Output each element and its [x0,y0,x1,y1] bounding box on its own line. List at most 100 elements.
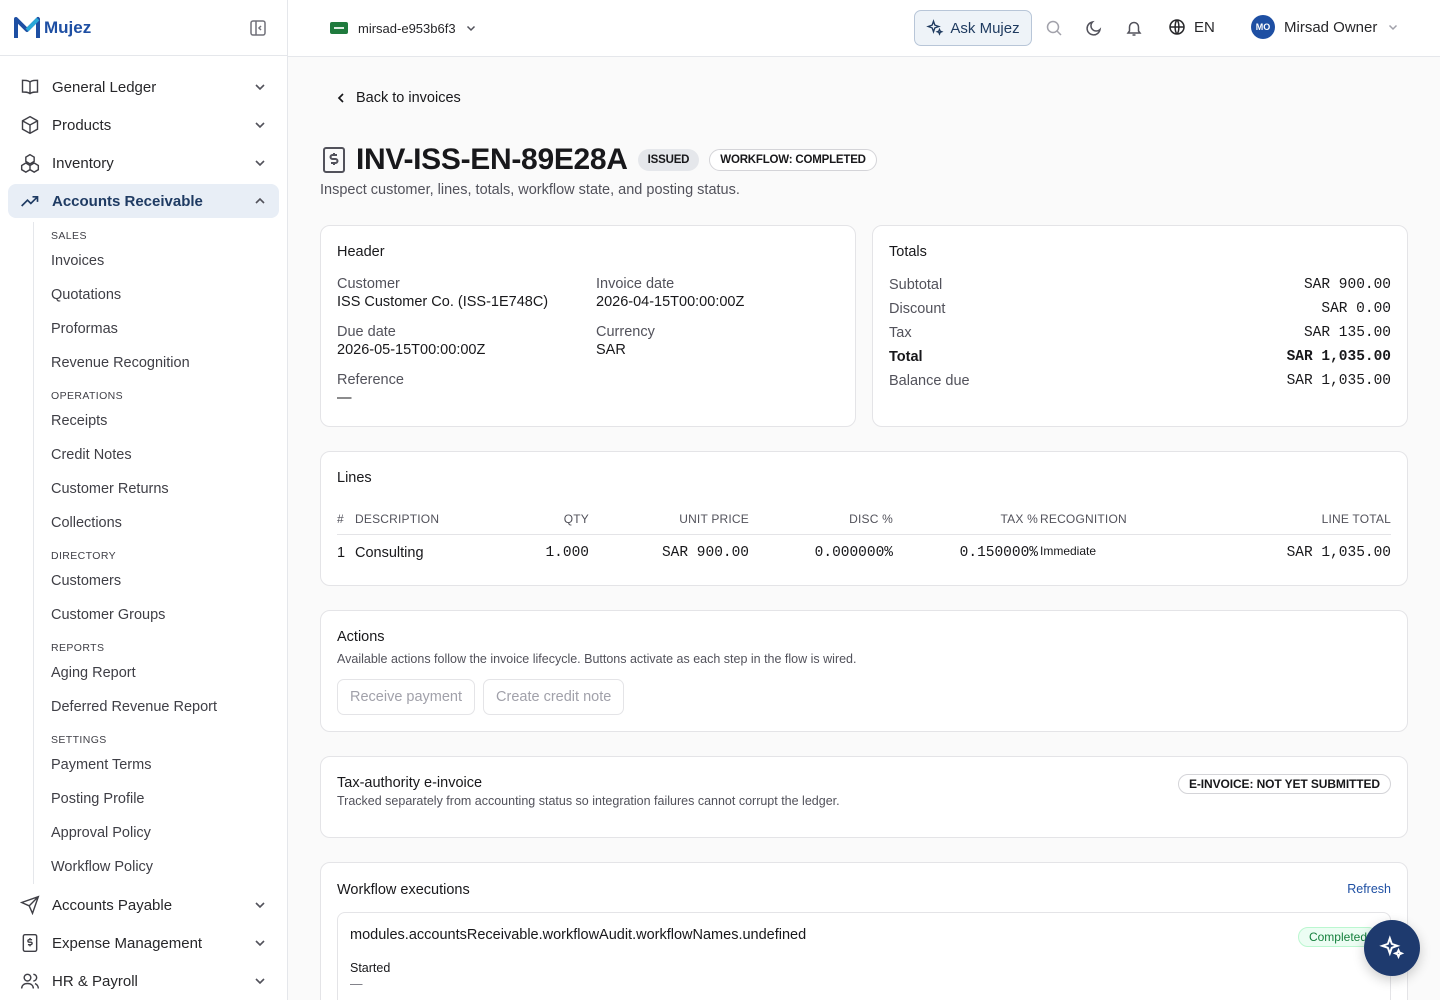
sidebar-item-invoices[interactable]: Invoices [51,244,287,278]
sidebar-item-inventory[interactable]: Inventory [8,146,279,180]
page-title: INV-ISS-EN-89E28A [356,143,628,176]
tenant-switcher[interactable]: mirsad-e953b6f3 [320,13,487,43]
subtotal-row: Subtotal SAR 900.00 [889,273,1391,297]
sidebar-item-expense-management[interactable]: Expense Management [8,926,279,960]
line-unit-price: SAR 900.00 [661,545,749,562]
bell-icon[interactable] [1125,19,1143,37]
line-recognition: Immediate [1040,543,1097,558]
status-badge: ISSUED [637,149,700,171]
section-settings: SETTINGS [51,734,107,746]
line-disc: 0.000000% [814,545,893,562]
col-tax: TAX % [893,504,1038,535]
user-menu[interactable]: MO Mirsad Owner [1251,15,1399,39]
due-date-value: 2026-05-15T00:00:00Z [337,342,486,358]
search-icon[interactable] [1045,19,1063,37]
lines-table: # DESCRIPTION QTY UNIT PRICE DISC % TAX … [337,504,1391,572]
sidebar-item-customer-returns[interactable]: Customer Returns [51,472,287,506]
sparkles-icon [926,19,944,36]
sidebar-item-approval-policy[interactable]: Approval Policy [51,816,287,850]
sidebar-item-label: Inventory [52,154,114,172]
sidebar-item-payment-terms[interactable]: Payment Terms [51,748,287,782]
chevron-down-icon [255,84,265,91]
einvoice-status-badge: E-INVOICE: NOT YET SUBMITTED [1178,774,1391,794]
receive-payment-button[interactable]: Receive payment [337,679,476,715]
workflow-execution-item[interactable]: modules.accountsReceivable.workflowAudit… [337,912,1391,1000]
language-switcher[interactable]: EN [1168,18,1215,36]
table-row[interactable]: 1 Consulting 1.000 SAR 900.00 0.000000% … [337,534,1391,572]
sidebar-item-label: General Ledger [52,78,157,96]
einvoice-description: Tracked separately from accounting statu… [337,794,840,808]
section-reports: REPORTS [51,642,105,654]
sidebar-item-collections[interactable]: Collections [51,506,287,540]
language-label: EN [1194,18,1215,36]
reference-value: — [337,390,352,406]
sidebar-item-products[interactable]: Products [8,108,279,142]
lines-card: Lines # DESCRIPTION QTY UNIT PRICE DISC … [320,451,1408,586]
chevron-down-icon [1389,24,1398,31]
started-value: — [350,977,363,991]
main-content: Back to invoices INV-ISS-EN-89E28A ISSUE… [288,57,1440,1000]
currency-value: SAR [596,342,626,358]
sidebar-item-customer-groups[interactable]: Customer Groups [51,598,287,632]
sidebar-nav: General Ledger Products Inventory Accoun… [0,56,287,998]
section-operations: OPERATIONS [51,390,124,402]
back-to-invoices-link[interactable]: Back to invoices [334,90,461,106]
create-credit-note-button[interactable]: Create credit note [483,679,625,715]
sidebar-item-aging-report[interactable]: Aging Report [51,656,287,690]
discount-label: Discount [889,301,946,317]
mujez-logo-icon[interactable] [14,15,40,41]
send-icon [20,895,40,915]
workflow-card-title: Workflow executions [337,882,470,898]
started-label: Started [350,961,391,975]
sidebar-item-quotations[interactable]: Quotations [51,278,287,312]
reference-field: Reference — [337,372,404,406]
ask-mujez-button[interactable]: Ask Mujez [914,10,1032,46]
sidebar-item-posting-profile[interactable]: Posting Profile [51,782,287,816]
col-recognition: RECOGNITION [1038,504,1158,535]
sidebar-item-general-ledger[interactable]: General Ledger [8,70,279,104]
sidebar-item-revenue-recognition[interactable]: Revenue Recognition [51,346,287,380]
sidebar-item-hr-payroll[interactable]: HR & Payroll [8,964,279,998]
saudi-flag-icon [330,22,348,34]
ask-mujez-label: Ask Mujez [950,19,1020,37]
sidebar-item-proformas[interactable]: Proformas [51,312,287,346]
sidebar-item-accounts-receivable[interactable]: Accounts Receivable [8,184,279,218]
table-header-row: # DESCRIPTION QTY UNIT PRICE DISC % TAX … [337,504,1391,535]
einvoice-card: Tax-authority e-invoice Tracked separate… [320,756,1408,838]
chevron-down-icon [255,902,265,909]
sidebar-item-deferred-revenue-report[interactable]: Deferred Revenue Report [51,690,287,724]
sidebar-item-accounts-payable[interactable]: Accounts Payable [8,888,279,922]
customer-value[interactable]: ISS Customer Co. (ISS-1E748C) [337,294,548,310]
brand-name: Mujez [44,17,92,37]
subtotal-value: SAR 900.00 [1303,277,1391,293]
refresh-link[interactable]: Refresh [1347,882,1391,896]
avatar: MO [1251,15,1275,39]
sidebar-collapse-icon[interactable] [249,19,267,37]
line-total: SAR 1,035.00 [1286,545,1391,562]
sidebar-item-label: Expense Management [52,934,203,952]
col-line-total: LINE TOTAL [1158,504,1391,535]
balance-due-value: SAR 1,035.00 [1286,373,1391,389]
total-row: Total SAR 1,035.00 [889,345,1391,369]
due-date-label: Due date [337,324,396,340]
subtotal-label: Subtotal [889,277,943,293]
sidebar: Mujez General Ledger Products Inventory … [0,0,288,1000]
sidebar-item-customers[interactable]: Customers [51,564,287,598]
invoice-receipt-icon [323,147,345,173]
sidebar-item-workflow-policy[interactable]: Workflow Policy [51,850,287,884]
assistant-fab-button[interactable] [1364,920,1420,976]
currency-label: Currency [596,324,655,340]
workflow-badge: WORKFLOW: COMPLETED [709,149,877,171]
tax-label: Tax [889,325,912,341]
line-tax: 0.150000% [959,545,1038,562]
balance-due-row: Balance due SAR 1,035.00 [889,369,1391,393]
invoice-date-value: 2026-04-15T00:00:00Z [596,294,745,310]
invoice-date-label: Invoice date [596,276,675,292]
customer-field: Customer ISS Customer Co. (ISS-1E748C) [337,276,548,310]
line-num: 1 [337,545,346,562]
sidebar-item-credit-notes[interactable]: Credit Notes [51,438,287,472]
trending-up-icon [21,196,39,207]
moon-icon[interactable] [1085,19,1103,37]
sidebar-item-receipts[interactable]: Receipts [51,404,287,438]
totals-card: Totals Subtotal SAR 900.00 Discount SAR … [872,225,1408,427]
